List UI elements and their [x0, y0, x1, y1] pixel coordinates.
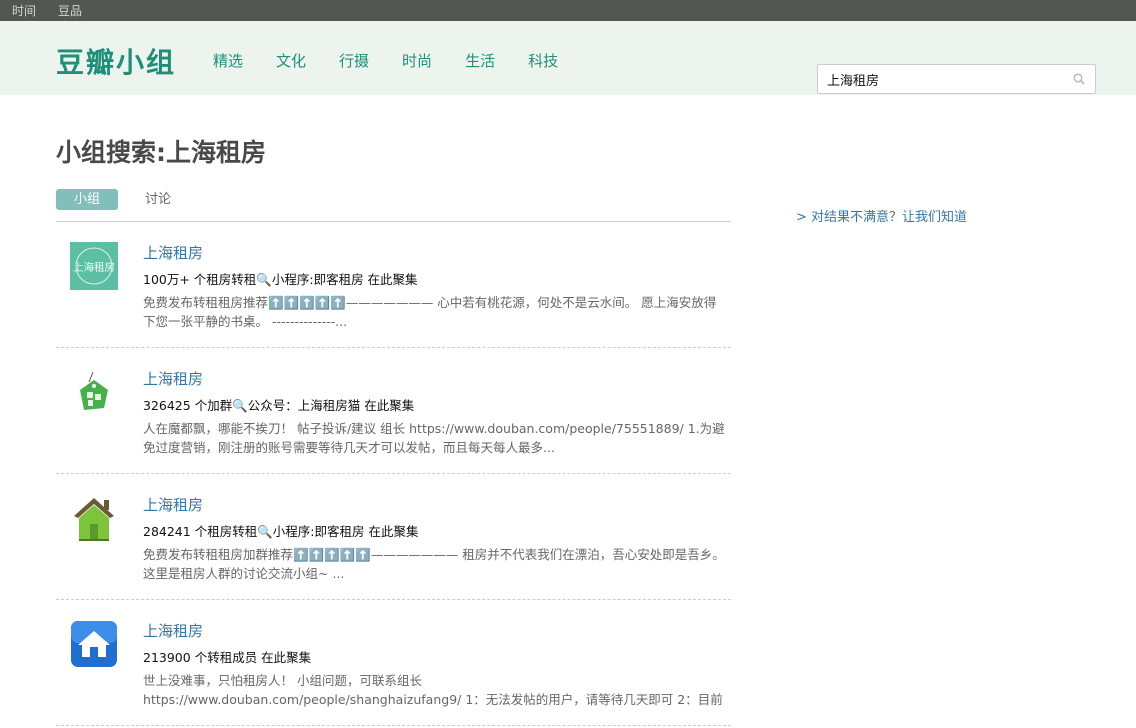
- home-app-icon[interactable]: [70, 620, 118, 668]
- top-nav-item-time[interactable]: 时间: [12, 2, 36, 19]
- nav-item-travel[interactable]: 行摄: [339, 50, 369, 71]
- list-item: 上海租房 213900 个转租成员 在此聚集 世上没难事，只怕租房人！ 小组问题…: [56, 600, 731, 726]
- result-description: 免费发布转租租房推荐⬆️⬆️⬆️⬆️⬆️——————— 心中若有桃花源，何处不是…: [143, 295, 717, 329]
- house-tag-icon[interactable]: [70, 368, 118, 416]
- result-title[interactable]: 上海租房: [143, 368, 203, 389]
- header: 豆瓣小组 精选 文化 行摄 时尚 生活 科技: [0, 21, 1136, 95]
- result-description: 人在魔都飘，哪能不挨刀！ 帖子投诉/建议 组长 https://www.doub…: [143, 421, 725, 455]
- list-item: 上海租房 326425 个加群🔍公众号：上海租房猫 在此聚集 人在魔都飘，哪能不…: [56, 348, 731, 474]
- result-tabs: 小组 讨论: [56, 189, 731, 222]
- list-item: 上海租房 上海租房 100万+ 个租房转租🔍小程序:即客租房 在此聚集 免费发布…: [56, 222, 731, 348]
- result-title[interactable]: 上海租房: [143, 242, 203, 263]
- nav-item-featured[interactable]: 精选: [213, 50, 243, 71]
- top-nav-item-doupin[interactable]: 豆品: [58, 2, 82, 19]
- result-title[interactable]: 上海租房: [143, 620, 203, 641]
- tab-groups[interactable]: 小组: [56, 189, 118, 210]
- result-title[interactable]: 上海租房: [143, 494, 203, 515]
- main-nav: 精选 文化 行摄 时尚 生活 科技: [213, 50, 591, 71]
- list-item: 上海租房 284241 个租房转租🔍小程序:即客租房 在此聚集 免费发布转租租房…: [56, 474, 731, 600]
- result-info: 100万+ 个租房转租🔍小程序:即客租房 在此聚集: [143, 272, 418, 287]
- result-description: 世上没难事，只怕租房人！ 小组问题，可联系组长 https://www.doub…: [143, 673, 723, 707]
- result-info: 213900 个转租成员 在此聚集: [143, 650, 312, 665]
- page-title: 小组搜索:上海租房: [56, 138, 266, 167]
- nav-item-culture[interactable]: 文化: [276, 50, 306, 71]
- svg-text:上海租房: 上海租房: [73, 261, 115, 274]
- group-avatar-text-icon[interactable]: 上海租房: [70, 242, 118, 290]
- search-box: [817, 64, 1096, 94]
- site-logo[interactable]: 豆瓣小组: [56, 41, 176, 81]
- feedback-link[interactable]: > 对结果不满意？让我们知道: [796, 206, 967, 225]
- result-list: 上海租房 上海租房 100万+ 个租房转租🔍小程序:即客租房 在此聚集 免费发布…: [56, 222, 731, 726]
- nav-item-fashion[interactable]: 时尚: [402, 50, 432, 71]
- result-description: 免费发布转租租房加群推荐⬆️⬆️⬆️⬆️⬆️——————— 租房并不代表我们在漂…: [143, 547, 725, 581]
- search-icon[interactable]: [1073, 73, 1085, 85]
- search-input[interactable]: [818, 65, 1058, 93]
- tab-discussions[interactable]: 讨论: [145, 189, 171, 210]
- nav-item-life[interactable]: 生活: [465, 50, 495, 71]
- result-info: 326425 个加群🔍公众号：上海租房猫 在此聚集: [143, 398, 415, 413]
- result-info: 284241 个租房转租🔍小程序:即客租房 在此聚集: [143, 524, 419, 539]
- nav-item-tech[interactable]: 科技: [528, 50, 558, 71]
- house-icon[interactable]: [70, 494, 118, 542]
- top-nav-bar: 时间 豆品: [0, 0, 1136, 21]
